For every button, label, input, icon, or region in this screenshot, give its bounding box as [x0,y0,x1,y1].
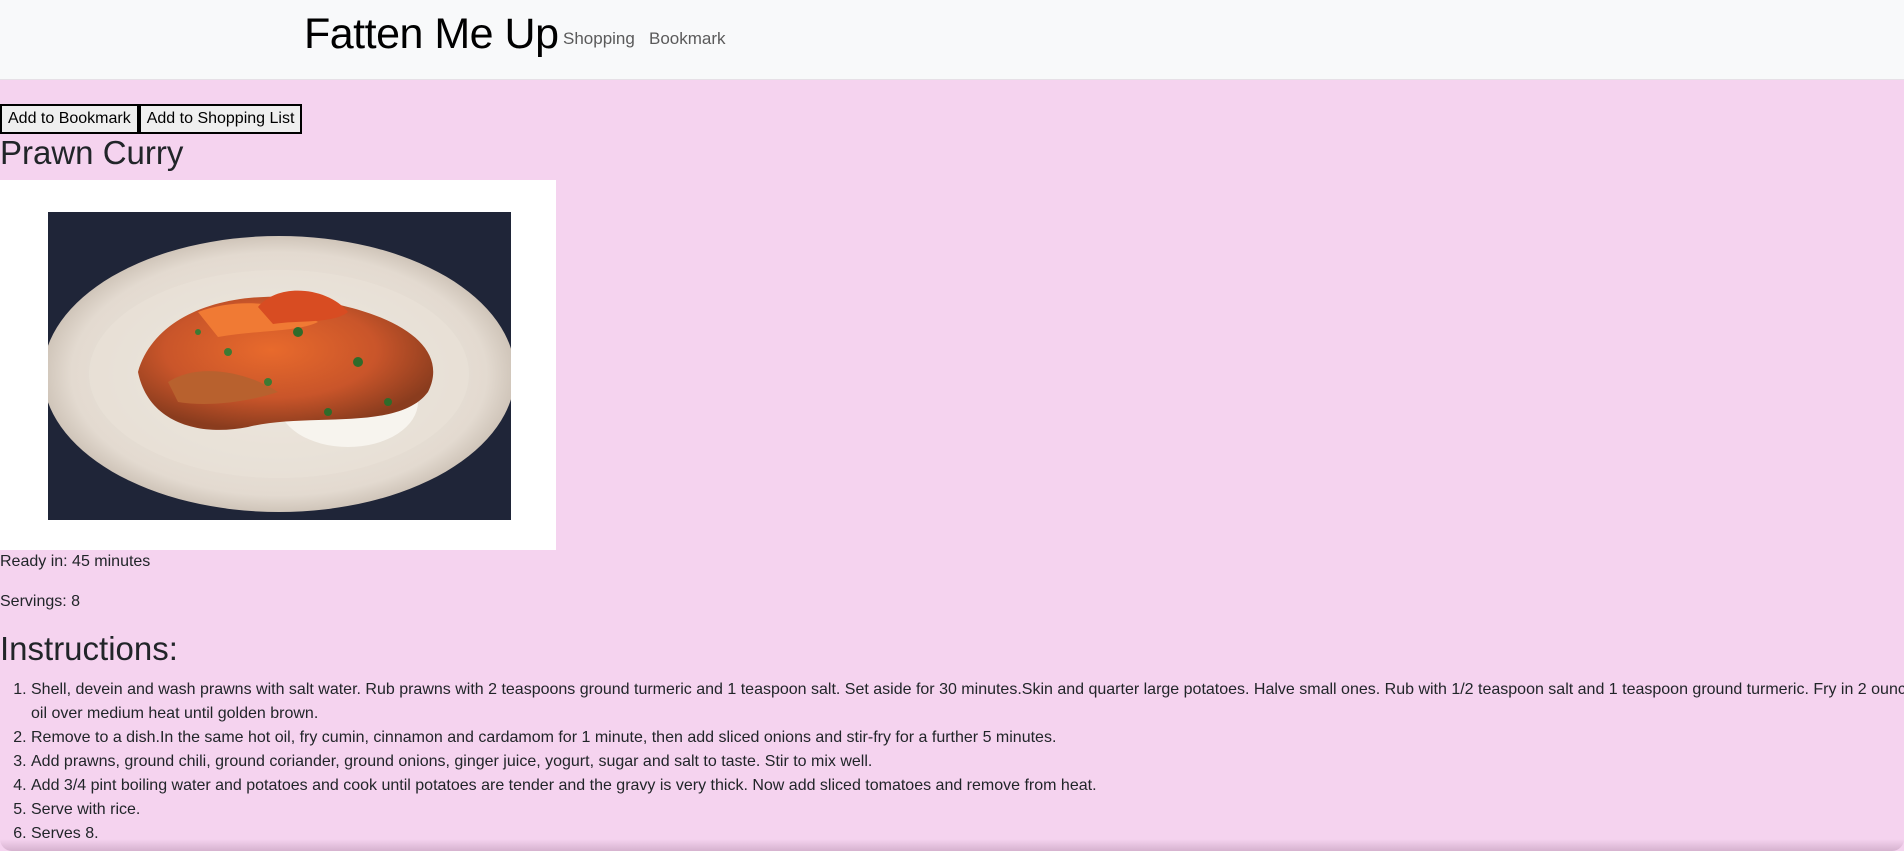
instructions-list: Shell, devein and wash prawns with salt … [0,678,1904,846]
servings-text: Servings: 8 [0,593,81,610]
instruction-step: Add prawns, ground chili, ground coriand… [31,750,1904,774]
instruction-step: Serve with rice. [31,798,1904,822]
nav-link-shopping[interactable]: Shopping [563,29,635,49]
recipe-actions: Add to Bookmark Add to Shopping List [0,104,303,134]
add-to-bookmark-button[interactable]: Add to Bookmark [0,104,139,134]
recipe-title: Prawn Curry [0,134,184,171]
recipe-photo [48,212,511,520]
add-to-shopping-list-button[interactable]: Add to Shopping List [138,104,303,134]
instructions-heading: Instructions: [0,630,178,667]
instruction-step: Remove to a dish.In the same hot oil, fr… [31,726,1904,750]
instruction-step: Add 3/4 pint boiling water and potatoes … [31,774,1904,798]
nav-link-bookmark[interactable]: Bookmark [649,29,726,49]
prawn-curry-plate-icon [48,212,511,520]
instruction-step: Shell, devein and wash prawns with salt … [31,678,1904,726]
top-navbar: Fatten Me Up Shopping Bookmark [0,0,1904,80]
brand-link[interactable]: Fatten Me Up [304,10,559,59]
window-bottom-shadow [0,839,1904,851]
recipe-image-frame [0,180,556,550]
ready-in-text: Ready in: 45 minutes [0,553,151,570]
